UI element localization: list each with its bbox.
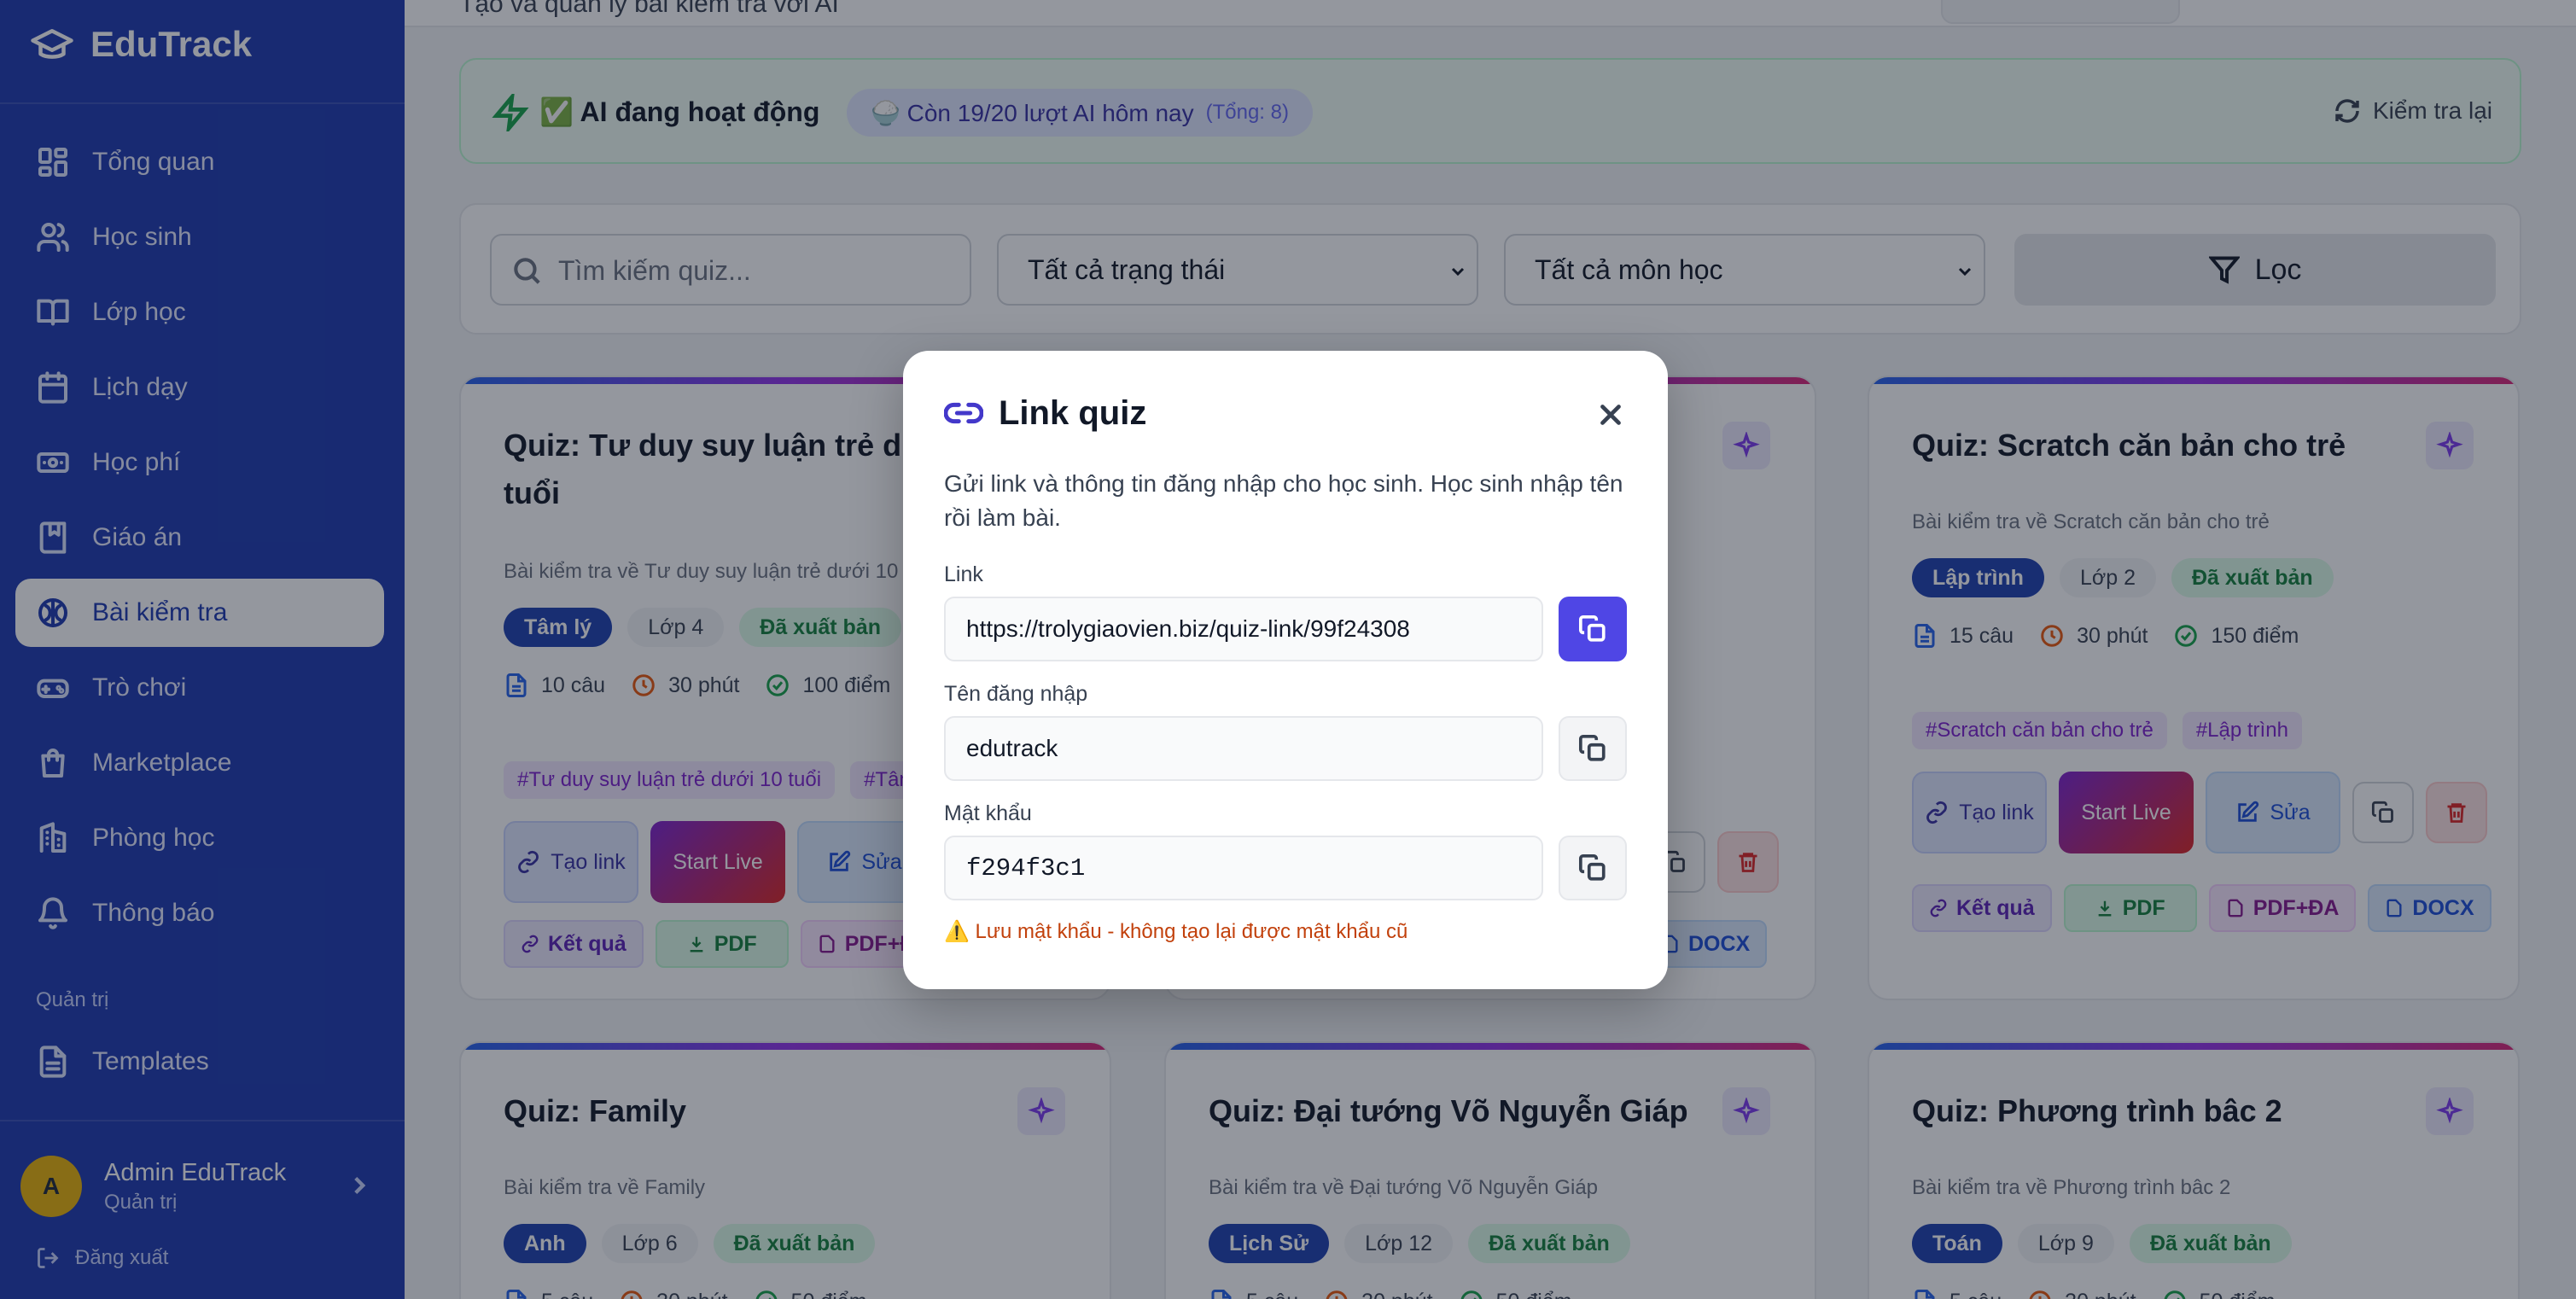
- link-label: Link: [944, 562, 983, 586]
- dialog-title: Link quiz: [999, 393, 1147, 432]
- username-label: Tên đăng nhập: [944, 682, 1088, 706]
- dialog-description: Gửi link và thông tin đăng nhập cho học …: [944, 470, 1623, 531]
- link-icon: [944, 402, 983, 424]
- dialog-header: Link quiz: [944, 393, 1146, 433]
- copy-username-button[interactable]: [1559, 716, 1627, 781]
- copy-icon: [1578, 853, 1606, 881]
- quiz-link-dialog: Link quiz Gửi link và thông tin đăng nhậ…: [903, 351, 1668, 989]
- link-field[interactable]: [944, 597, 1543, 661]
- copy-icon: [1578, 734, 1606, 761]
- password-field[interactable]: [944, 836, 1543, 900]
- username-field[interactable]: [944, 716, 1543, 781]
- password-label: Mật khẩu: [944, 801, 1032, 825]
- copy-link-button[interactable]: [1559, 597, 1627, 661]
- close-button[interactable]: [1594, 399, 1627, 431]
- password-warning: ⚠️ Lưu mật khẩu - không tạo lại được mật…: [944, 920, 1408, 943]
- close-icon: [1600, 405, 1621, 425]
- copy-password-button[interactable]: [1559, 836, 1627, 900]
- copy-icon: [1578, 615, 1606, 642]
